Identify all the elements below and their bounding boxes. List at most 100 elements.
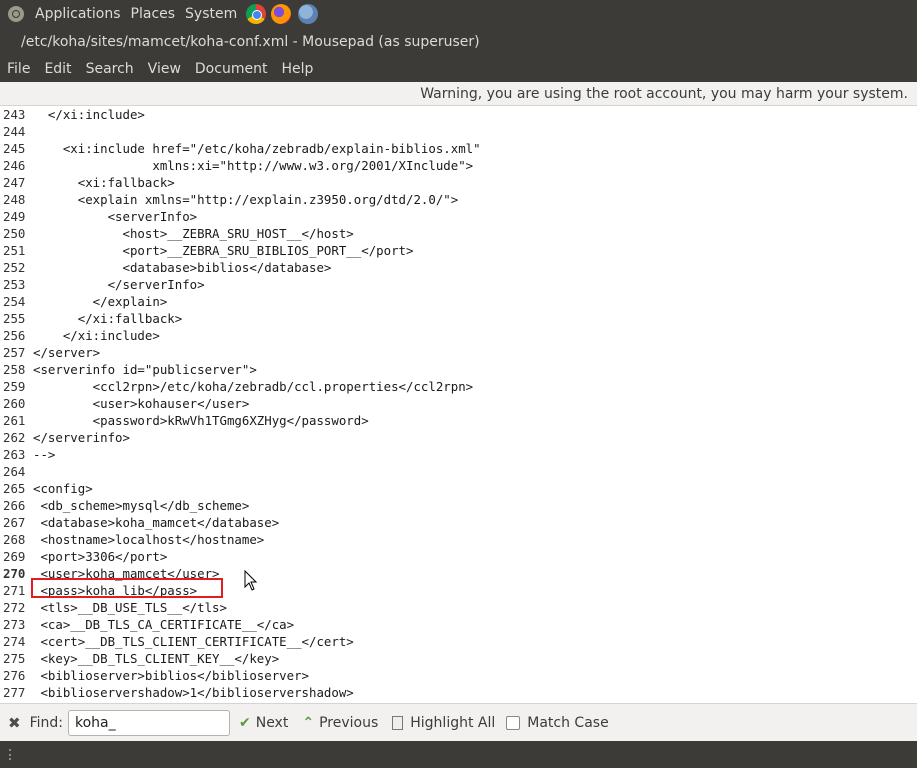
top-panel: Applications Places System [0,0,917,28]
line-number: 265 [3,481,26,496]
code-text: </xi:include> [33,107,145,122]
code-text: <explain xmlns="http://explain.z3950.org… [33,192,459,207]
root-warning-bar: Warning, you are using the root account,… [0,82,917,106]
line-number: 268 [3,532,26,547]
code-text: <key>__DB_TLS_CLIENT_KEY__</key> [33,651,280,666]
line-number: 274 [3,634,26,649]
menu-view[interactable]: View [141,61,188,77]
code-text: </xi:fallback> [33,311,183,326]
code-line[interactable]: 275 <key>__DB_TLS_CLIENT_KEY__</key> [0,650,917,667]
code-text: <xi:include href="/etc/koha/zebradb/expl… [33,141,481,156]
code-line[interactable]: 245 <xi:include href="/etc/koha/zebradb/… [0,140,917,157]
places-menu[interactable]: Places [126,0,181,28]
code-line[interactable]: 257 </server> [0,344,917,361]
code-line[interactable]: 247 <xi:fallback> [0,174,917,191]
line-number: 245 [3,141,26,156]
check-icon: ✔ [238,715,251,731]
find-input[interactable]: koha_ [67,710,230,736]
code-line[interactable]: 250 <host>__ZEBRA_SRU_HOST__</host> [0,225,917,242]
code-line[interactable]: 272 <tls>__DB_USE_TLS__</tls> [0,599,917,616]
resize-grip-icon[interactable] [9,749,15,760]
line-number: 256 [3,328,26,343]
code-line[interactable]: 262 </serverinfo> [0,429,917,446]
line-number: 263 [3,447,26,462]
code-text: </xi:include> [33,328,160,343]
line-number: 255 [3,311,26,326]
code-line[interactable]: 277 <biblioservershadow>1</biblioservers… [0,684,917,701]
code-text: </server> [33,345,101,360]
line-number: 273 [3,617,26,632]
system-menu[interactable]: System [180,0,242,28]
code-text: <ca>__DB_TLS_CA_CERTIFICATE__</ca> [33,617,295,632]
code-line[interactable]: 259 <ccl2rpn>/etc/koha/zebradb/ccl.prope… [0,378,917,395]
menu-edit[interactable]: Edit [37,61,78,77]
match-case-label: Match Case [527,715,609,731]
code-line[interactable]: 267 <database>koha_mamcet</database> [0,514,917,531]
menu-document[interactable]: Document [188,61,275,77]
checkbox-icon [506,716,521,730]
code-text: </serverinfo> [33,430,130,445]
applications-menu[interactable]: Applications [30,0,126,28]
code-line[interactable]: 260 <user>kohauser</user> [0,395,917,412]
close-find-icon[interactable]: ✖ [8,714,21,732]
line-number: 277 [3,685,26,700]
code-line[interactable]: 266 <db_scheme>mysql</db_scheme> [0,497,917,514]
code-line[interactable]: 249 <serverInfo> [0,208,917,225]
code-line[interactable]: 248 <explain xmlns="http://explain.z3950… [0,191,917,208]
next-label: Next [255,715,289,731]
code-line[interactable]: 243 </xi:include> [0,106,917,123]
line-number: 251 [3,243,26,258]
code-line[interactable]: 264 [0,463,917,480]
code-line[interactable]: 269 <port>3306</port> [0,548,917,565]
code-line[interactable]: 256 </xi:include> [0,327,917,344]
line-number: 270 [3,566,26,581]
text-editor[interactable]: 277 <biblioservershadow>1</biblioservers… [0,106,917,703]
line-number: 257 [3,345,26,360]
code-line[interactable]: 251 <port>__ZEBRA_SRU_BIBLIOS_PORT__</po… [0,242,917,259]
line-number: 248 [3,192,26,207]
code-line[interactable]: 258 <serverinfo id="publicserver"> [0,361,917,378]
previous-button[interactable]: ⌃ Previous [302,715,378,731]
code-line[interactable]: 265 <config> [0,480,917,497]
code-line[interactable]: 253 </serverInfo> [0,276,917,293]
ubuntu-logo-icon[interactable] [8,6,24,22]
globe-icon[interactable] [298,4,319,24]
line-number: 244 [3,124,26,139]
line-number: 252 [3,260,26,275]
previous-label: Previous [319,715,379,731]
code-line[interactable]: 273 <ca>__DB_TLS_CA_CERTIFICATE__</ca> [0,616,917,633]
line-number: 243 [3,107,26,122]
code-line[interactable]: 254 </explain> [0,293,917,310]
code-line[interactable]: 244 [0,123,917,140]
menu-search[interactable]: Search [79,61,141,77]
code-text: --> [33,447,56,462]
code-text: <biblioservershadow>1</biblioservershado… [33,685,354,700]
menubar: File Edit Search View Document Help [0,56,917,82]
menu-help[interactable]: Help [274,61,320,77]
code-line[interactable]: 268 <hostname>localhost</hostname> [0,531,917,548]
code-text: </serverInfo> [33,277,205,292]
chrome-icon[interactable] [246,4,267,24]
firefox-icon[interactable] [271,4,292,24]
code-text: <biblioserver>biblios</biblioserver> [33,668,310,683]
code-line[interactable]: 276 <biblioserver>biblios</biblioserver> [0,667,917,684]
menu-file[interactable]: File [0,61,37,77]
code-text: <database>biblios</database> [33,260,332,275]
code-text: xmlns:xi="http://www.w3.org/2001/XInclud… [33,158,474,173]
code-line[interactable]: 263 --> [0,446,917,463]
code-text: <database>koha_mamcet</database> [33,515,280,530]
match-case-checkbox[interactable]: Match Case [506,715,609,731]
code-text: <port>3306</port> [33,549,168,564]
code-text: <xi:fallback> [33,175,175,190]
line-number: 271 [3,583,26,598]
code-text: <serverInfo> [33,209,198,224]
code-line[interactable]: 261 <password>kRwVh1TGmg6XZHyg</password… [0,412,917,429]
code-text: <host>__ZEBRA_SRU_HOST__</host> [33,226,354,241]
line-number: 261 [3,413,26,428]
code-line[interactable]: 255 </xi:fallback> [0,310,917,327]
code-line[interactable]: 246 xmlns:xi="http://www.w3.org/2001/XIn… [0,157,917,174]
next-button[interactable]: ✔ Next [239,715,288,731]
code-line[interactable]: 252 <database>biblios</database> [0,259,917,276]
highlight-all-button[interactable]: Highlight All [392,715,495,731]
code-line[interactable]: 274 <cert>__DB_TLS_CLIENT_CERTIFICATE__<… [0,633,917,650]
